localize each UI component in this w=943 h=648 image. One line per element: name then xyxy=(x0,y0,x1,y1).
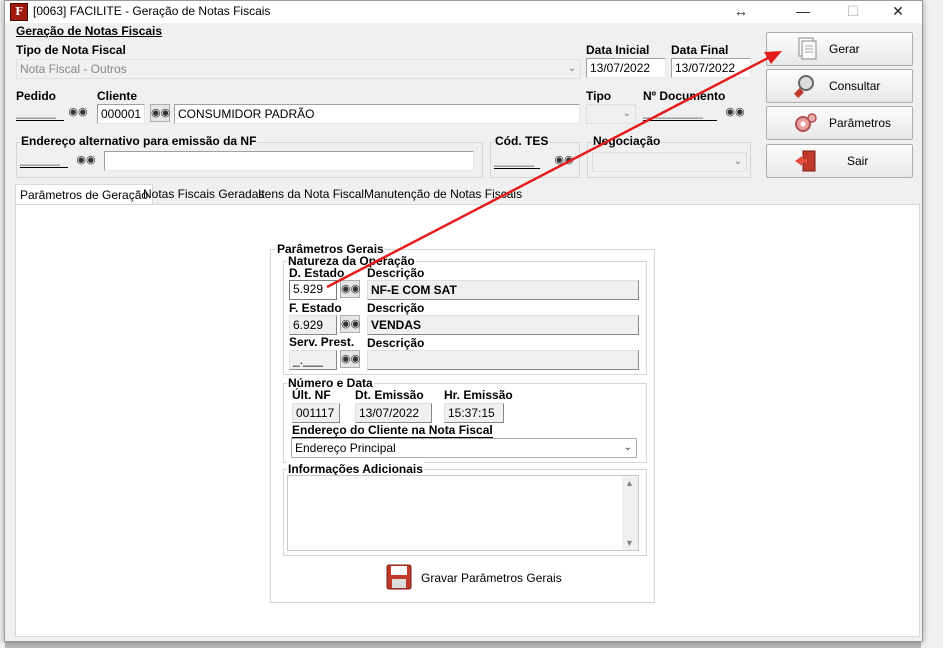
annotation-arrow xyxy=(326,51,782,289)
